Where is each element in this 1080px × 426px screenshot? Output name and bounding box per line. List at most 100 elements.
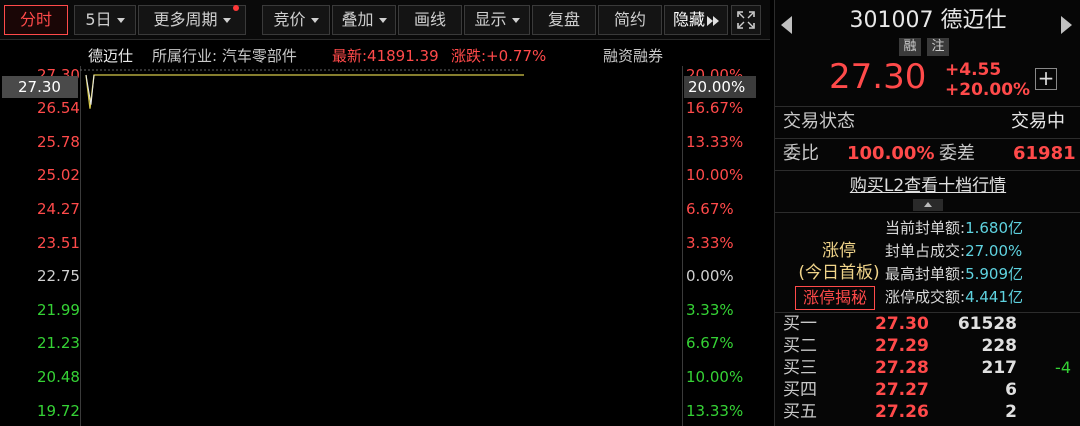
pct-axis-tick: 13.33% [686,402,744,420]
price-axis-tick: 19.72 [37,402,80,420]
bid-price: 27.29 [875,336,929,356]
simple-mode-button[interactable]: 简约 [598,5,662,35]
commit-diff-label: 委差 [939,143,975,164]
more-periods-dropdown[interactable]: 更多周期 [138,5,246,35]
pct-axis-tick: 16.67% [686,99,744,117]
limit-up-stat: 涨停成交额:4.441亿 [885,287,1023,308]
bid-volume-change: -4 [1055,358,1071,377]
latest-index-label: 最新:41891.39 [332,47,439,65]
chevron-down-icon [222,18,231,23]
limit-up-stat-label: 封单占成交: [885,242,966,260]
commit-ratio-label: 委比 [783,143,819,164]
bid-price: 27.30 [875,314,929,334]
price-series-line [85,74,524,109]
last-price: 27.30 [829,57,927,97]
current-pct-tag: 20.00% [684,76,756,98]
add-watchlist-button[interactable]: + [1035,68,1057,90]
pct-axis-tick: 6.67% [686,200,734,218]
timeshare-chart[interactable]: 27.30 26.54 25.78 25.02 24.27 23.51 22.75 21.99… [0,66,770,426]
commit-diff-value: 61981 [1013,143,1076,164]
price-change-pct: +20.00% [945,80,1031,100]
quote-panel: 301007 德迈仕 融 注 27.30 +4.55 +20.00% + 交易状… [774,0,1080,426]
current-price-tag: 27.30 [2,76,78,98]
bid-volume: 6 [1005,380,1017,400]
bid-volume: 228 [981,336,1018,356]
limit-up-stat-value: 4.441亿 [965,288,1024,306]
stock-name-label: 德迈仕 [88,47,134,65]
limit-up-stat-value: 5.909亿 [965,265,1024,283]
limit-up-stat-value: 27.00% [965,242,1023,260]
divider [775,106,1080,107]
five-day-dropdown[interactable]: 5日 [74,5,136,35]
replay-button[interactable]: 复盘 [532,5,596,35]
limit-up-stat: 封单占成交:27.00% [885,241,1022,262]
bid-level-label: 买五 [783,402,817,422]
price-axis-tick: 25.78 [37,133,80,151]
bid-volume: 217 [981,358,1018,378]
registration-badge: 注 [927,38,949,56]
pct-axis-tick: 3.33% [686,234,734,252]
collapse-toggle-icon[interactable] [913,199,943,211]
buy-l2-link[interactable]: 购买L2查看十档行情 [775,174,1080,198]
auction-dropdown[interactable]: 竞价 [262,5,330,35]
overlay-label: 叠加 [341,10,374,29]
pct-axis-tick: 6.67% [686,334,734,352]
index-change-label: 涨跌:+0.77% [451,47,547,65]
limit-up-stat: 当前封单额:1.680亿 [885,218,1023,239]
pct-axis-tick: 10.00% [686,368,744,386]
hide-panel-button[interactable]: 隐藏 [664,5,728,35]
bid-price: 27.28 [875,358,929,378]
margin-trading-link[interactable]: 融资融券 [603,44,663,68]
pct-axis-tick: 0.00% [686,267,734,285]
limit-up-stat-label: 最高封单额: [885,265,966,283]
tab-timeshare[interactable]: 分时 [4,5,68,35]
overlay-dropdown[interactable]: 叠加 [332,5,396,35]
hide-label: 隐藏 [672,10,705,29]
chevron-down-icon [511,18,520,23]
limit-up-stat-label: 当前封单额: [885,219,966,237]
divider [775,138,1080,139]
draw-line-button[interactable]: 画线 [398,5,462,35]
price-axis-tick: 26.54 [37,99,80,117]
chevron-down-icon [310,18,319,23]
price-axis-tick: 24.27 [37,200,80,218]
limit-up-stat: 最高封单额:5.909亿 [885,264,1023,285]
pct-axis-tick: 3.33% [686,301,734,319]
chevron-down-icon [378,18,387,23]
commit-ratio-value: 100.00% [847,143,935,164]
limit-up-subtitle: (今日首板) [798,263,880,283]
display-label: 显示 [474,10,507,29]
limit-up-reveal-button[interactable]: 涨停揭秘 [795,286,875,310]
play-icon [713,15,719,26]
notification-dot-icon [233,5,239,11]
five-day-label: 5日 [85,10,112,29]
limit-up-title: 涨停 [822,241,856,261]
price-axis-tick: 25.02 [37,166,80,184]
trade-status-label: 交易状态 [783,111,855,132]
industry-label: 所属行业: 汽车零部件 [152,47,297,65]
price-axis-tick: 23.51 [37,234,80,252]
divider [775,212,1080,213]
stock-code: 301007 [849,8,934,33]
bid-level-label: 买二 [783,336,817,356]
bid-level-label: 买一 [783,314,817,334]
divider [775,312,1080,313]
price-axis-tick: 22.75 [37,267,80,285]
auction-label: 竞价 [273,10,306,29]
price-axis-tick: 21.99 [37,301,80,319]
fullscreen-icon [737,11,755,29]
bid-price: 27.27 [875,380,929,400]
price-axis-tick: 20.48 [37,368,80,386]
price-axis-tick: 21.23 [37,334,80,352]
margin-badge: 融 [899,38,921,56]
limit-up-stat-value: 1.680亿 [965,219,1024,237]
display-dropdown[interactable]: 显示 [464,5,530,35]
more-periods-label: 更多周期 [153,10,218,29]
stock-title: 301007 德迈仕 [775,6,1080,36]
pct-axis-tick: 10.00% [686,166,744,184]
chevron-down-icon [116,18,125,23]
fullscreen-button[interactable] [731,5,761,35]
price-change: +4.55 [945,60,1002,80]
bid-level-label: 买三 [783,358,817,378]
bid-volume: 61528 [957,314,1017,334]
